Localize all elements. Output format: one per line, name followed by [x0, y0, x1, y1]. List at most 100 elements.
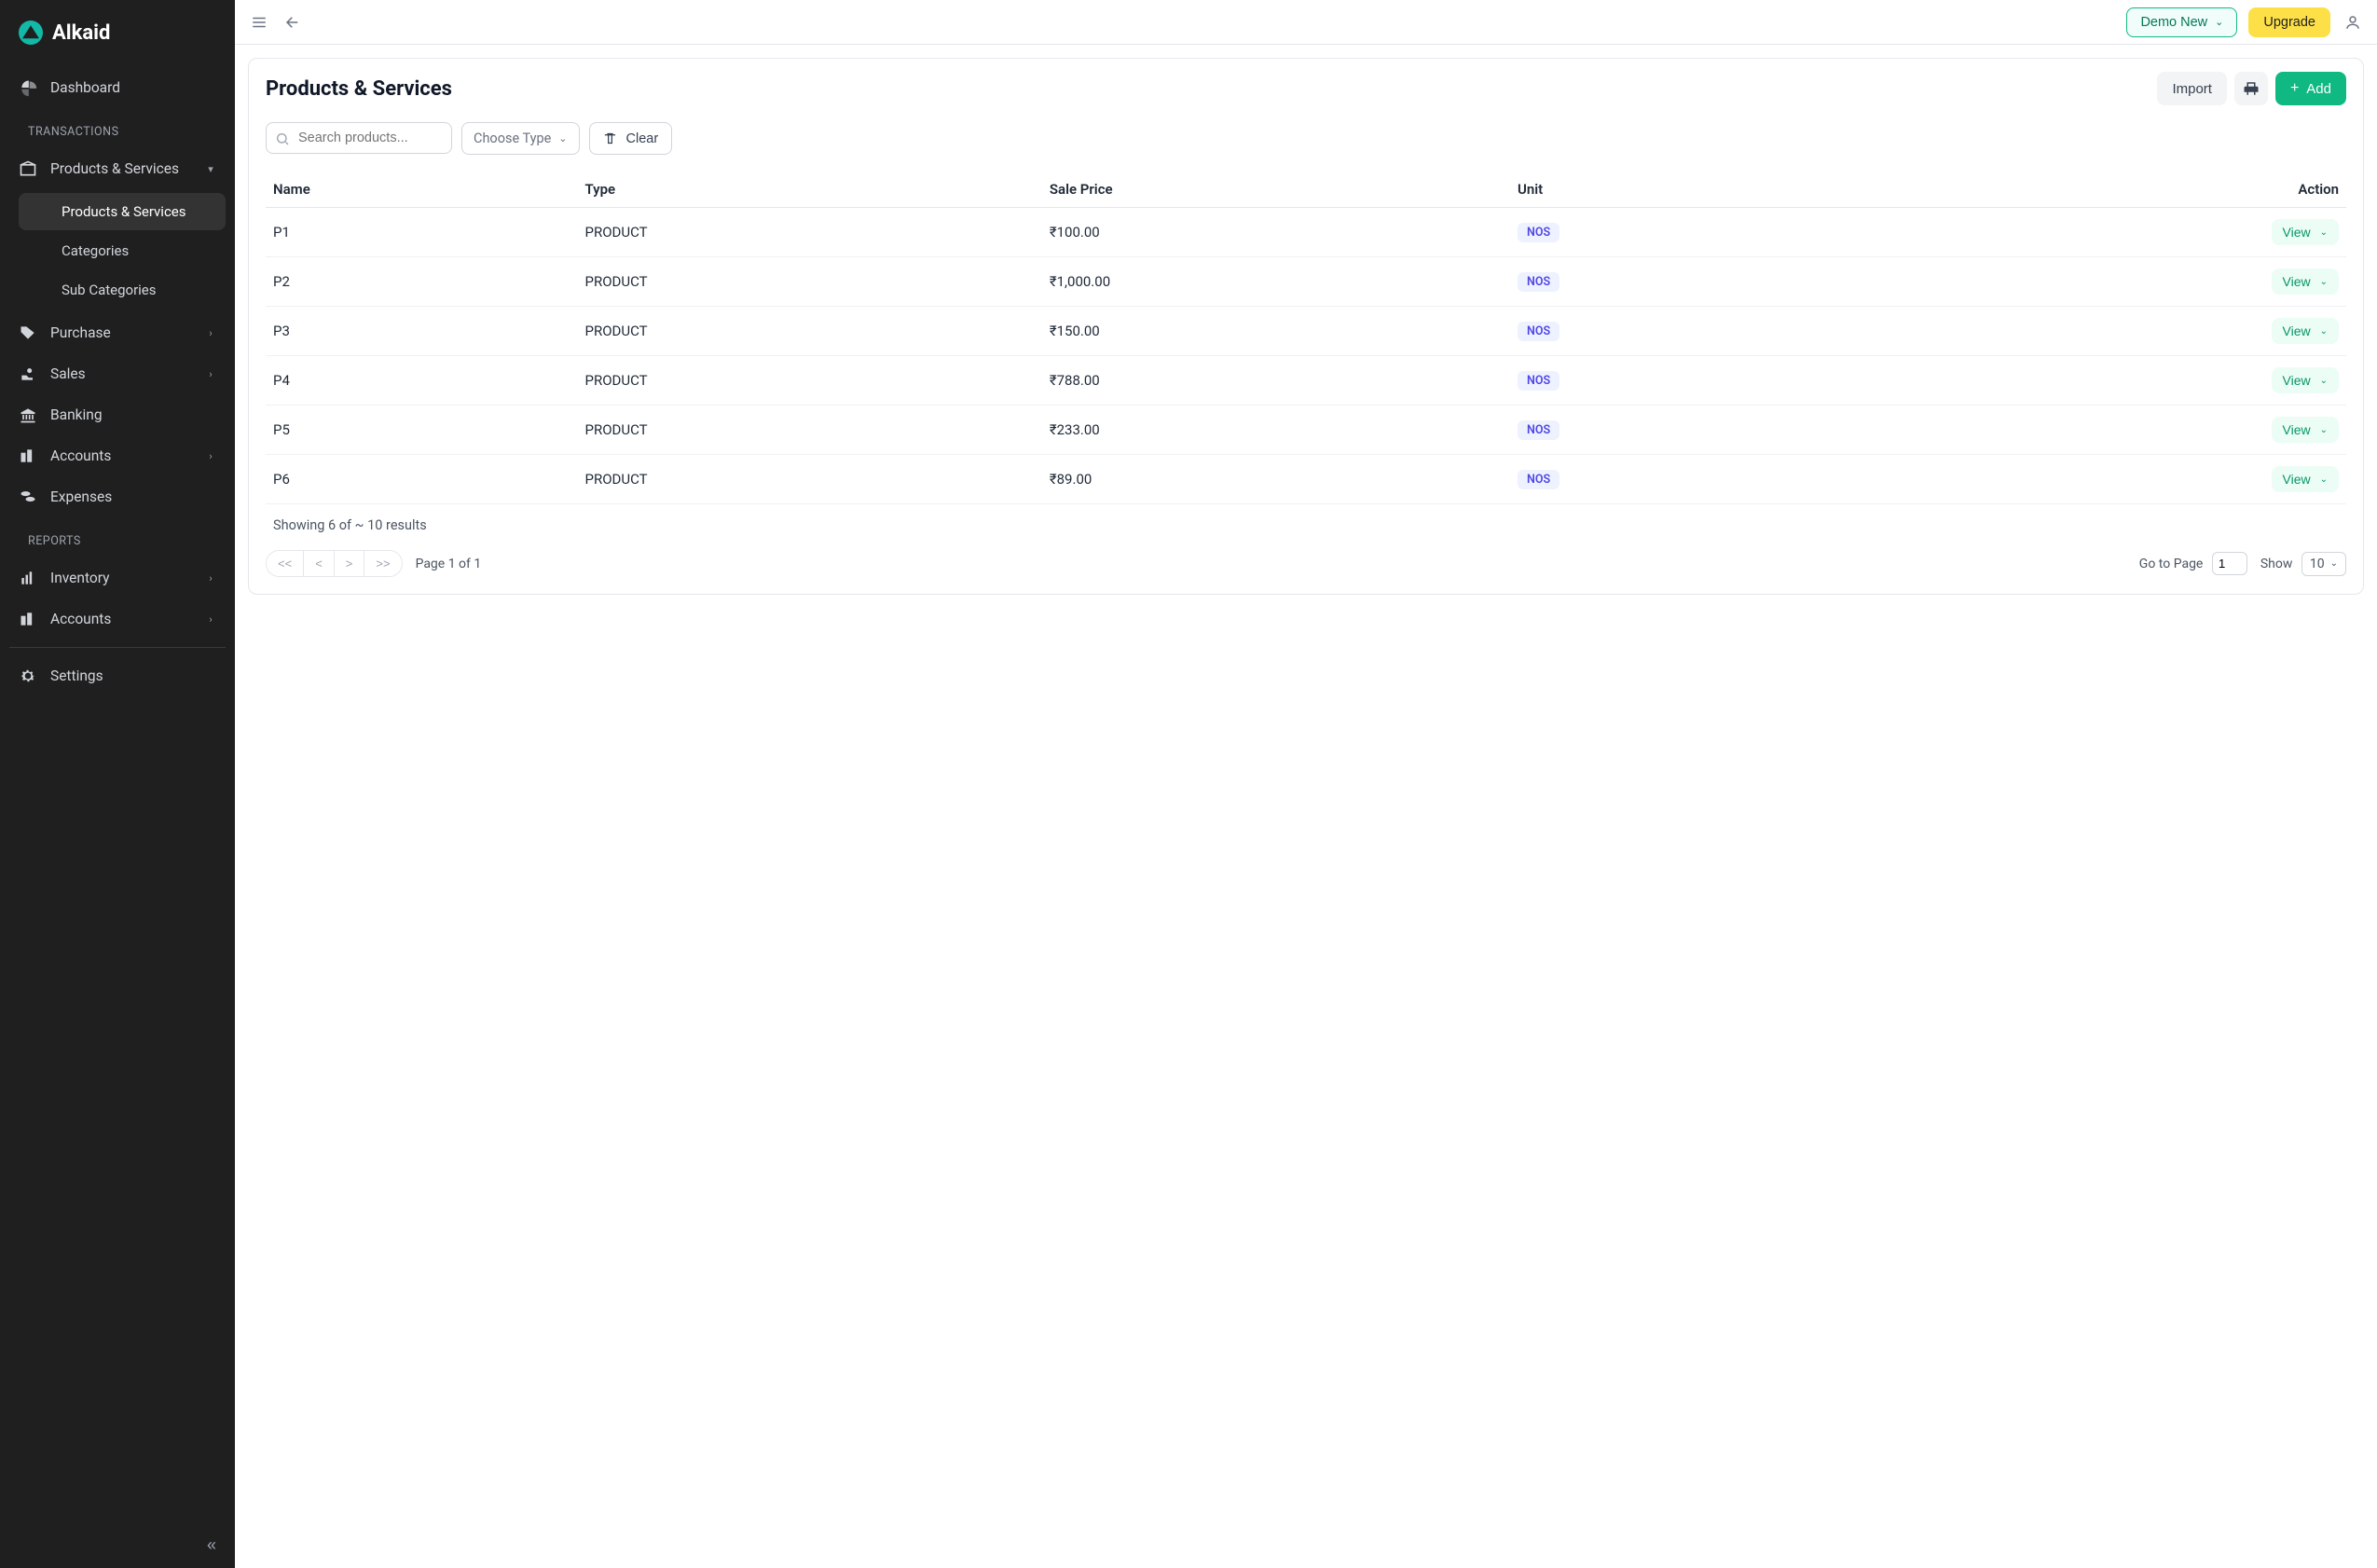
sidebar-label-products-services: Products & Services: [50, 160, 192, 177]
sidebar-item-products-services[interactable]: Products & Services ▾: [0, 148, 235, 189]
back-button[interactable]: [282, 11, 304, 34]
cell-type: PRODUCT: [578, 455, 1042, 504]
menu-icon: [251, 14, 268, 31]
th-type[interactable]: Type: [578, 172, 1042, 208]
sidebar-subitem-sub-categories[interactable]: Sub Categories: [19, 271, 226, 309]
table-row[interactable]: P3PRODUCT₹150.00NOSView⌄: [266, 307, 2346, 356]
cell-sale-price: ₹788.00: [1042, 356, 1510, 406]
view-button[interactable]: View⌄: [2272, 219, 2339, 245]
cell-unit: NOS: [1510, 356, 1851, 406]
chevron-down-icon: ⌄: [2320, 326, 2328, 337]
view-label: View: [2283, 225, 2311, 240]
pager-prev[interactable]: <: [304, 551, 335, 576]
type-filter[interactable]: Choose Type ⌄: [461, 122, 580, 155]
cell-unit: NOS: [1510, 307, 1851, 356]
sidebar-item-inventory[interactable]: Inventory ›: [0, 557, 235, 598]
sidebar: Alkaid Dashboard TRANSACTIONS Products &…: [0, 0, 235, 1568]
search-input[interactable]: [266, 122, 452, 154]
view-button[interactable]: View⌄: [2272, 268, 2339, 295]
chevron-right-icon: ›: [205, 327, 216, 339]
sidebar-label-purchase: Purchase: [50, 324, 192, 341]
company-name: Demo New: [2140, 15, 2207, 30]
cell-name: P1: [266, 208, 578, 257]
chevron-right-icon: ›: [205, 572, 216, 585]
page-title: Products & Services: [266, 77, 452, 101]
pager-next[interactable]: >: [335, 551, 365, 576]
unit-badge: NOS: [1518, 223, 1559, 242]
table-row[interactable]: P4PRODUCT₹788.00NOSView⌄: [266, 356, 2346, 406]
bank-icon: [19, 406, 37, 424]
view-label: View: [2283, 373, 2311, 388]
products-table: Name Type Sale Price Unit Action P1PRODU…: [266, 172, 2346, 537]
pager: << < > >>: [266, 550, 403, 577]
pager-last[interactable]: >>: [364, 551, 401, 576]
chevron-down-icon: ⌄: [558, 132, 567, 144]
results-text: Showing 6 of ~ 10 results: [266, 504, 2346, 538]
cell-name: P6: [266, 455, 578, 504]
show-value: 10: [2310, 557, 2325, 571]
view-button[interactable]: View⌄: [2272, 417, 2339, 443]
sidebar-section-transactions: TRANSACTIONS: [0, 108, 235, 148]
sidebar-item-accounts[interactable]: Accounts ›: [0, 435, 235, 476]
sidebar-item-accounts-reports[interactable]: Accounts ›: [0, 598, 235, 640]
th-name[interactable]: Name: [266, 172, 578, 208]
view-button[interactable]: View ⌄: [2272, 367, 2339, 393]
sidebar-collapse-button[interactable]: «: [207, 1535, 216, 1555]
add-button[interactable]: + Add: [2275, 72, 2346, 105]
sidebar-item-settings[interactable]: Settings: [0, 655, 235, 696]
cell-type: PRODUCT: [578, 406, 1042, 455]
view-button[interactable]: View⌄: [2272, 466, 2339, 492]
pager-first[interactable]: <<: [267, 551, 304, 576]
topbar: Demo New ⌄ Upgrade: [235, 0, 2377, 45]
table-row[interactable]: P2PRODUCT₹1,000.00NOSView⌄: [266, 257, 2346, 307]
trash-icon: [603, 131, 617, 145]
sidebar-item-dashboard[interactable]: Dashboard: [0, 67, 235, 108]
profile-button[interactable]: [2342, 11, 2364, 34]
tag-icon: [19, 323, 37, 342]
chevron-right-icon: ›: [205, 368, 216, 380]
import-button[interactable]: Import: [2157, 72, 2227, 105]
sidebar-subitem-products-services[interactable]: Products & Services: [19, 193, 226, 230]
chevron-right-icon: ›: [205, 450, 216, 462]
sidebar-item-banking[interactable]: Banking: [0, 394, 235, 435]
page-indicator: Page 1 of 1: [416, 557, 482, 571]
chevron-down-icon: ⌄: [2320, 376, 2328, 386]
th-sale-price[interactable]: Sale Price: [1042, 172, 1510, 208]
caret-down-icon: ▾: [205, 163, 216, 175]
printer-icon: [2243, 80, 2260, 97]
sidebar-item-sales[interactable]: Sales ›: [0, 353, 235, 394]
sidebar-subitem-categories[interactable]: Categories: [19, 232, 226, 269]
brand-logo[interactable]: Alkaid: [0, 0, 235, 63]
arrow-left-icon: [284, 14, 301, 31]
goto-input[interactable]: [2212, 552, 2247, 575]
sidebar-item-purchase[interactable]: Purchase ›: [0, 312, 235, 353]
table-row[interactable]: P1PRODUCT₹100.00NOSView⌄: [266, 208, 2346, 257]
chevron-down-icon: ⌄: [2330, 558, 2338, 569]
table-row[interactable]: P5PRODUCT₹233.00NOSView⌄: [266, 406, 2346, 455]
sidebar-item-expenses[interactable]: Expenses: [0, 476, 235, 517]
clear-button[interactable]: Clear: [589, 122, 673, 155]
brand-logo-icon: [19, 21, 43, 45]
sidebar-label-sales: Sales: [50, 365, 192, 382]
upgrade-button[interactable]: Upgrade: [2248, 7, 2330, 37]
cell-sale-price: ₹150.00: [1042, 307, 1510, 356]
box-icon: [19, 159, 37, 178]
th-unit[interactable]: Unit: [1510, 172, 1851, 208]
show-select[interactable]: 10 ⌄: [2301, 552, 2346, 576]
cell-sale-price: ₹1,000.00: [1042, 257, 1510, 307]
cell-name: P5: [266, 406, 578, 455]
type-filter-label: Choose Type: [474, 131, 551, 146]
plus-icon: +: [2290, 81, 2299, 96]
filters: Choose Type ⌄ Clear: [266, 122, 2346, 155]
menu-toggle-button[interactable]: [248, 11, 270, 34]
cell-unit: NOS: [1510, 257, 1851, 307]
gear-icon: [19, 667, 37, 685]
company-switcher[interactable]: Demo New ⌄: [2126, 7, 2237, 37]
sidebar-nav: Dashboard TRANSACTIONS Products & Servic…: [0, 63, 235, 1522]
sidebar-divider: [9, 647, 226, 648]
view-button[interactable]: View⌄: [2272, 318, 2339, 344]
show-per-page: Show 10 ⌄: [2260, 552, 2346, 576]
cell-unit: NOS: [1510, 455, 1851, 504]
table-row[interactable]: P6PRODUCT₹89.00NOSView⌄: [266, 455, 2346, 504]
print-button[interactable]: [2234, 72, 2268, 105]
